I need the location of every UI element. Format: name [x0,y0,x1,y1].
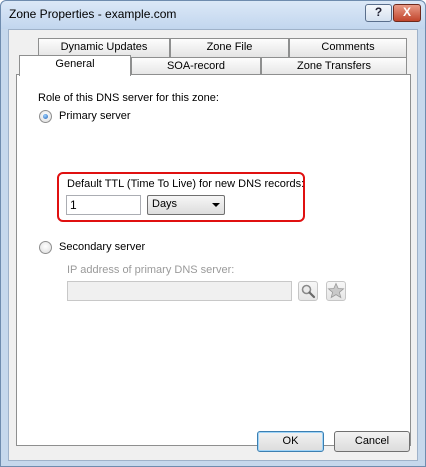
tab-general[interactable]: General [19,55,131,76]
ttl-label: Default TTL (Time To Live) for new DNS r… [67,178,305,190]
dialog-client-area: Dynamic Updates Zone File Comments Gener… [8,29,418,461]
chevron-down-icon [212,203,220,207]
lookup-button[interactable] [298,281,318,301]
tab-label: General [55,58,95,70]
ip-address-label: IP address of primary DNS server: [67,264,235,276]
title-bar[interactable]: Zone Properties - example.com ? X [1,1,425,29]
primary-server-label[interactable]: Primary server [59,110,131,122]
ttl-unit-select[interactable]: Days [147,195,225,215]
dialog-window: Zone Properties - example.com ? X Dynami… [0,0,426,467]
secondary-server-label[interactable]: Secondary server [59,241,145,253]
secondary-server-radio[interactable] [39,241,52,254]
tab-label: Dynamic Updates [60,41,148,53]
tab-label: Zone File [206,41,253,53]
role-label: Role of this DNS server for this zone: [38,92,219,104]
star-icon [327,282,345,299]
help-icon: ? [374,5,383,19]
general-tab-panel: Role of this DNS server for this zone: P… [16,74,411,446]
ok-button[interactable]: OK [257,431,324,452]
close-button[interactable]: X [393,4,421,22]
favorite-button[interactable] [326,281,346,301]
ip-address-input[interactable] [67,281,292,301]
window-title: Zone Properties - example.com [9,7,177,21]
ttl-value-text: 1 [70,198,77,212]
tab-label: Comments [321,41,375,53]
tab-label: SOA-record [166,60,226,72]
primary-server-radio[interactable] [39,110,52,123]
ok-label: OK [282,435,299,447]
help-button[interactable]: ? [365,4,392,22]
tab-label: Zone Transfers [297,60,371,72]
cancel-button[interactable]: Cancel [334,431,410,452]
magnifier-icon [301,284,316,299]
tab-comments[interactable]: Comments [289,38,407,57]
tab-zone-file[interactable]: Zone File [170,38,289,57]
ttl-value-input[interactable]: 1 [66,195,141,215]
close-icon: X [402,5,411,19]
cancel-label: Cancel [354,435,390,447]
ttl-unit-text: Days [152,198,178,210]
radio-selected-dot [43,114,48,119]
